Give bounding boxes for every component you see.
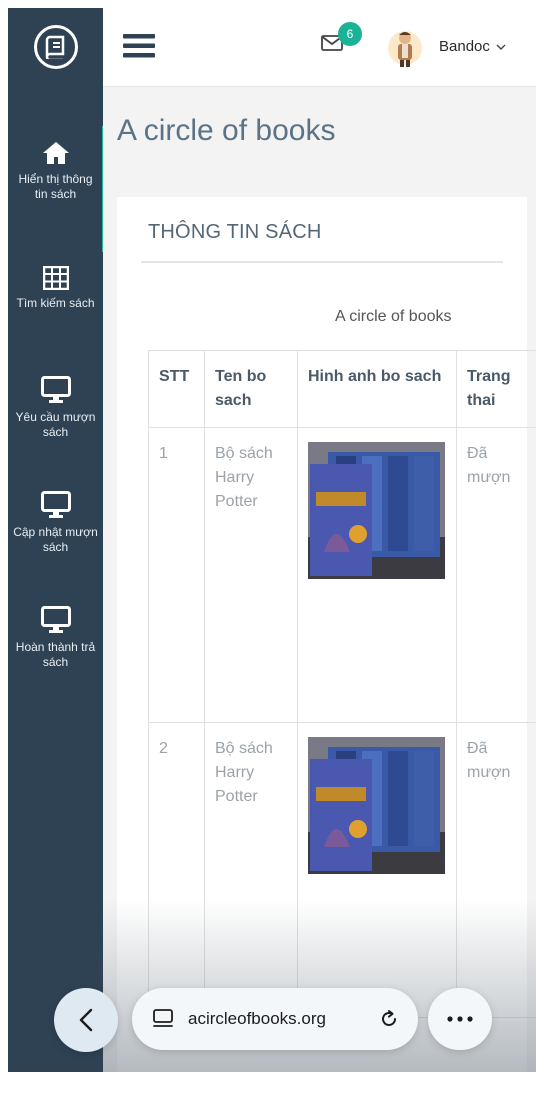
sidebar-item-update-borrow[interactable]: Cập nhật mượn sách <box>8 477 103 592</box>
tabs-icon[interactable] <box>152 1009 174 1029</box>
monitor-icon <box>41 376 71 404</box>
book-set-image <box>308 442 445 579</box>
sidebar-item-label: Hiển thị thông tin sách <box>18 172 92 201</box>
top-navbar: 6 Bandoc <box>103 8 536 87</box>
book-set-image <box>308 737 445 874</box>
avatar[interactable] <box>387 26 423 70</box>
table-header-row: STT Ten bo sach Hinh anh bo sach Trang t… <box>149 351 536 428</box>
mail-count-badge: 6 <box>338 22 362 46</box>
reload-icon[interactable] <box>378 1008 400 1030</box>
table-caption: A circle of books <box>335 308 452 326</box>
sidebar-item-complete-return[interactable]: Hoàn thành trả sách <box>8 592 103 702</box>
divider <box>141 261 503 263</box>
ellipsis-icon <box>447 1016 473 1022</box>
book-logo-icon[interactable] <box>34 25 78 69</box>
more-options-button[interactable] <box>428 988 492 1050</box>
column-header-image: Hinh anh bo sach <box>298 351 457 428</box>
sidebar-item-label: Tìm kiếm sách <box>16 296 94 310</box>
cell-stt: 1 <box>149 428 205 723</box>
cell-image <box>298 428 457 723</box>
sidebar-item-label: Yêu cầu mượn sách <box>16 410 96 439</box>
sidebar: Hiển thị thông tin sách Tìm kiếm sách Yê… <box>8 8 103 1072</box>
sidebar-item-borrow-request[interactable]: Yêu cầu mượn sách <box>8 362 103 477</box>
home-icon <box>41 140 71 166</box>
user-menu[interactable]: Bandoc <box>439 38 506 55</box>
user-name: Bandoc <box>439 38 490 55</box>
grid-table-icon <box>43 266 69 290</box>
page-title: A circle of books <box>117 115 337 147</box>
card-title: THÔNG TIN SÁCH <box>148 221 322 244</box>
hamburger-menu-icon[interactable] <box>123 33 155 59</box>
logo-area <box>8 8 103 86</box>
sidebar-item-label: Hoàn thành trả sách <box>16 640 95 669</box>
url-text: acircleofbooks.org <box>188 1009 326 1029</box>
column-header-status: Trang thai <box>457 351 536 428</box>
column-header-name: Ten bo sach <box>205 351 298 428</box>
monitor-icon <box>41 606 71 634</box>
table-row: 1 Bộ sách Harry Potter <box>149 428 536 723</box>
sidebar-item-label: Cập nhật mượn sách <box>13 525 98 554</box>
monitor-icon <box>41 491 71 519</box>
sidebar-item-search-books[interactable]: Tìm kiếm sách <box>8 252 103 362</box>
address-bar[interactable]: acircleofbooks.org <box>132 988 418 1050</box>
sidebar-item-show-books[interactable]: Hiển thị thông tin sách <box>8 126 103 252</box>
column-header-stt: STT <box>149 351 205 428</box>
back-button[interactable] <box>54 988 118 1052</box>
cell-status: Đã mượn <box>457 428 536 723</box>
chevron-left-icon <box>79 1008 93 1032</box>
cell-name: Bộ sách Harry Potter <box>205 428 298 723</box>
chevron-down-icon <box>496 43 506 51</box>
